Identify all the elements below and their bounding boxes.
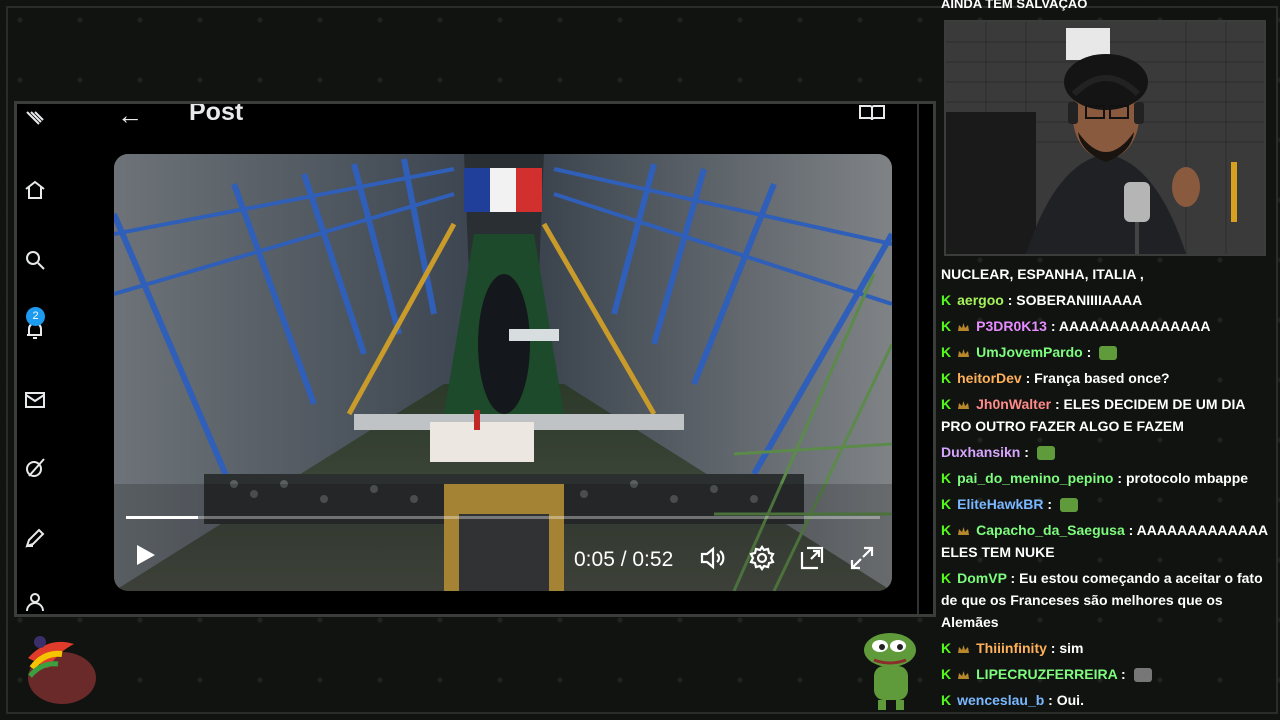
video-time: 0:05 / 0:52 xyxy=(574,548,674,571)
chat-separator: : xyxy=(1051,396,1064,412)
chat-message: Kaergoo : SOBERANIIIIAAAA xyxy=(941,289,1271,311)
feather-icon[interactable] xyxy=(23,108,47,132)
channel-logo xyxy=(28,636,96,704)
chat-separator: : xyxy=(1021,370,1035,386)
chat-separator: : xyxy=(1006,570,1020,586)
profile-icon[interactable] xyxy=(23,590,47,614)
chat-separator: : xyxy=(1113,470,1126,486)
post-header: ← Post xyxy=(87,104,919,132)
video-progress-fill xyxy=(126,516,199,519)
chat-separator: : xyxy=(1124,522,1137,538)
chat-username[interactable]: P3DR0K13 xyxy=(976,318,1047,334)
chat-text: AAAAAAAAAAAAAAA xyxy=(1058,318,1211,334)
kick-badge-icon: K xyxy=(941,692,952,708)
kick-badge-icon: K xyxy=(941,470,952,486)
kick-badge-icon: K xyxy=(941,522,952,538)
chat-username[interactable]: DomVP xyxy=(957,570,1007,586)
grok-icon[interactable] xyxy=(23,456,47,480)
arrow-left-icon[interactable]: ← xyxy=(117,104,143,131)
chat-message: K Thiiinfinity : sim xyxy=(941,637,1271,659)
chat-text: SOBERANIIIIAAAA xyxy=(1016,292,1143,308)
kick-badge-icon: K xyxy=(941,318,952,334)
chat-username[interactable]: Jh0nWalter xyxy=(976,396,1051,412)
kick-badge-icon: K xyxy=(941,292,952,308)
chat-username[interactable]: Capacho_da_Saegusa xyxy=(976,522,1125,538)
chat-text: sim xyxy=(1059,640,1084,656)
chat-username[interactable]: heitorDev xyxy=(957,370,1022,386)
chat-emote-icon xyxy=(1099,346,1118,361)
chat-username[interactable]: aergoo xyxy=(957,292,1004,308)
chat-username[interactable]: UmJovemPardo xyxy=(976,344,1083,360)
crown-badge-icon xyxy=(958,401,970,410)
chat-text: Oui. xyxy=(1056,692,1084,708)
chat-separator: : xyxy=(1043,496,1056,512)
fullscreen-icon[interactable] xyxy=(849,545,875,571)
chat-message: K EliteHawkBR : xyxy=(941,493,1271,515)
chat-username[interactable]: Duxhansikn xyxy=(941,444,1020,460)
messages-icon[interactable] xyxy=(23,388,47,412)
notification-badge: 2 xyxy=(26,307,45,326)
chat-message: K P3DR0K13 : AAAAAAAAAAAAAAA xyxy=(941,315,1271,337)
video-progress-bar[interactable] xyxy=(126,516,880,519)
chat-message-partial: AINDA TEM SALVAÇÃO xyxy=(941,0,1088,11)
chat-text: protocolo mbappe xyxy=(1125,470,1249,486)
chat-separator: : xyxy=(1046,318,1059,334)
chat-username[interactable]: EliteHawkBR xyxy=(957,496,1043,512)
kick-badge-icon: K xyxy=(941,640,952,656)
browser-capture: 2 ← Post 0:05 / 0:52 xyxy=(14,101,936,617)
crown-badge-icon xyxy=(958,671,970,680)
left-nav-rail: 2 xyxy=(17,104,88,614)
chat-username[interactable]: LIPECRUZFERREIRA xyxy=(976,666,1117,682)
chat-separator: : xyxy=(1020,444,1033,460)
crown-badge-icon xyxy=(958,323,970,332)
chat-panel: AINDA TEM SALVAÇÃO NUCLEAR, ESPANHA, ITA… xyxy=(941,0,1271,720)
chat-separator: : xyxy=(1117,666,1130,682)
crown-badge-icon xyxy=(958,349,970,358)
chat-message: KheitorDev : França based once? xyxy=(941,367,1271,389)
chat-message: K Capacho_da_Saegusa : AAAAAAAAAAAAA ELES… xyxy=(941,519,1271,563)
kick-badge-icon: K xyxy=(941,396,952,412)
chat-username[interactable]: wenceslau_b xyxy=(957,692,1044,708)
volume-icon[interactable] xyxy=(699,545,725,571)
chat-separator: : xyxy=(1003,292,1017,308)
video-frame xyxy=(114,154,892,591)
compose-icon[interactable] xyxy=(23,526,47,550)
video-player[interactable]: 0:05 / 0:52 xyxy=(114,154,892,591)
chat-message: Kwenceslau_b : Oui. xyxy=(941,689,1271,711)
search-icon[interactable] xyxy=(23,248,47,272)
kick-badge-icon: K xyxy=(941,344,952,360)
page-title: Post xyxy=(189,101,244,126)
picture-in-picture-icon[interactable] xyxy=(799,545,825,571)
chat-message: Duxhansikn : xyxy=(941,441,1271,463)
chat-message: Kpai_do_menino_pepino : protocolo mbappe xyxy=(941,467,1271,489)
chat-message: K Jh0nWalter : ELES DECIDEM DE UM DIA PRO… xyxy=(941,393,1271,437)
kick-badge-icon: K xyxy=(941,570,952,586)
chat-message: NUCLEAR, ESPANHA, ITALIA , xyxy=(941,263,1271,285)
kick-badge-icon: K xyxy=(941,496,952,512)
chat-message: K LIPECRUZFERREIRA : xyxy=(941,663,1271,685)
chat-separator: : xyxy=(1082,344,1096,360)
column-divider xyxy=(917,104,919,614)
kick-badge-icon: K xyxy=(941,370,952,386)
chat-text: França based once? xyxy=(1034,370,1170,386)
crown-badge-icon xyxy=(958,527,970,536)
chat-username[interactable]: Thiiinfinity xyxy=(976,640,1047,656)
settings-icon[interactable] xyxy=(749,545,775,571)
play-icon[interactable] xyxy=(132,542,158,568)
chat-emote-icon xyxy=(1059,498,1078,513)
kick-badge-icon: K xyxy=(941,666,952,682)
post-column: ← Post 0:05 / 0:52 xyxy=(87,104,919,614)
pepe-emote xyxy=(864,633,916,710)
chat-emote-icon xyxy=(1036,446,1055,461)
home-icon[interactable] xyxy=(23,178,47,202)
chat-separator: : xyxy=(1044,692,1057,708)
chat-text: NUCLEAR, ESPANHA, ITALIA , xyxy=(941,266,1144,282)
chat-username[interactable]: pai_do_menino_pepino xyxy=(957,470,1113,486)
chat-emote-icon xyxy=(1133,668,1152,683)
chat-separator: : xyxy=(1046,640,1060,656)
chat-message: K UmJovemPardo : xyxy=(941,341,1271,363)
crown-badge-icon xyxy=(958,645,970,654)
reader-mode-icon[interactable] xyxy=(859,102,885,122)
chat-message: K DomVP : Eu estou começando a aceitar o … xyxy=(941,567,1271,633)
